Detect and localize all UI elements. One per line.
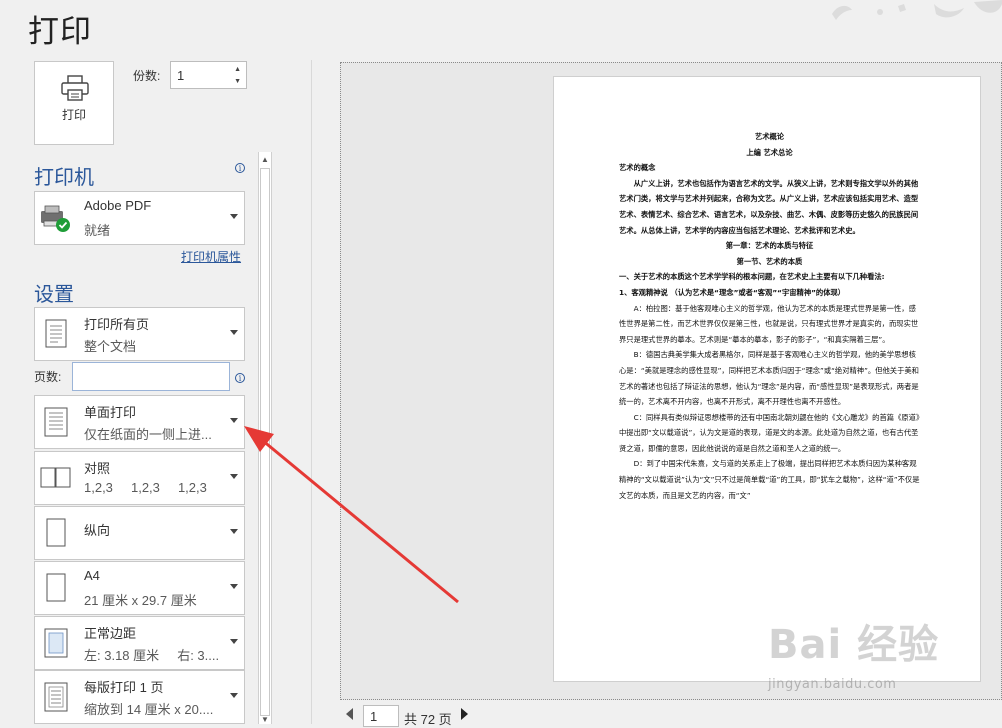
spin-down-icon[interactable]: ▼	[234, 78, 241, 85]
paper-size-icon	[46, 573, 66, 602]
collate-select[interactable]: 对照 1,2,3 1,2,3 1,2,3	[34, 451, 245, 505]
info-icon[interactable]: i	[235, 163, 245, 173]
chevron-down-icon	[230, 418, 238, 423]
paper-size-title: A4	[84, 568, 100, 583]
doc-line: 艺术的概念	[619, 163, 656, 173]
spin-up-icon[interactable]: ▲	[234, 66, 241, 73]
settings-section-title: 设置	[34, 284, 74, 306]
pages-per-sheet-title: 每版打印 1 页	[84, 680, 164, 695]
scroll-down-icon[interactable]: ▼	[261, 715, 269, 724]
print-button[interactable]: 打印	[34, 61, 114, 145]
pages-per-sheet-desc: 缩放到 14 厘米 x 20....	[84, 702, 214, 717]
margins-desc: 左: 3.18 厘米 右: 3....	[84, 648, 220, 663]
doc-line: 从广义上讲，艺术也包括作为语言艺术的文学。从狭义上讲，艺术则专指文学以外的其他艺…	[619, 178, 919, 235]
printer-ready-icon	[41, 205, 70, 232]
paper-size-select[interactable]: A4 21 厘米 x 29.7 厘米	[34, 561, 245, 615]
margins-icon	[44, 628, 68, 658]
scroll-up-icon[interactable]: ▲	[261, 155, 269, 164]
pages-per-sheet-icon	[44, 682, 68, 712]
doc-line: D：到了中国宋代朱熹，文与道的关系走上了极端，提出同样把艺术本质归因为某种客观精…	[619, 459, 920, 500]
copies-stepper[interactable]: 1 ▲ ▼	[170, 61, 247, 89]
doc-line: B：德国古典美学集大成者黑格尔，同样是基于客观唯心主义的哲学观，他的美学思想核心…	[619, 350, 919, 407]
one-sided-page-icon	[44, 407, 68, 437]
doc-line: 艺术概论	[754, 132, 785, 141]
decorative-flourish	[832, 0, 1002, 20]
divider	[311, 60, 312, 724]
doc-line: 第一节、艺术的本质	[736, 256, 803, 266]
print-range-title: 打印所有页	[84, 317, 150, 332]
paper-size-desc: 21 厘米 x 29.7 厘米	[84, 593, 197, 608]
doc-line: A：柏拉图：基于他客观唯心主义的哲学观，他认为艺术的本质是理式世界是第一性，感性…	[619, 303, 919, 344]
printer-properties-link[interactable]: 打印机属性	[181, 248, 241, 265]
collate-icon	[40, 467, 71, 488]
watermark-url: jingyan.baidu.com	[768, 677, 897, 692]
print-range-desc: 整个文档	[84, 339, 137, 354]
annotation-arrow	[244, 426, 459, 604]
portrait-icon	[46, 518, 66, 547]
document-text: 艺术概论 上编 艺术总论 艺术的概念 从广义上讲，艺术也包括作为语言艺术的文学。…	[619, 129, 920, 503]
printer-name: Adobe PDF	[84, 198, 152, 213]
page-title: 打印	[28, 14, 92, 49]
next-page-icon[interactable]	[461, 708, 468, 720]
margins-title: 正常边距	[84, 626, 137, 641]
pages-input[interactable]	[72, 362, 230, 391]
chevron-down-icon	[230, 474, 238, 479]
printer-status: 就绪	[84, 223, 111, 238]
doc-line: 上编 艺术总论	[746, 147, 793, 157]
print-button-label: 打印	[61, 108, 86, 122]
printer-icon	[61, 75, 89, 101]
doc-line: 一、关于艺术的本质这个艺术学学科的根本问题，在艺术史上主要有以下几种看法:	[619, 272, 885, 282]
copies-label: 份数:	[133, 69, 161, 83]
chevron-down-icon	[230, 214, 238, 219]
chevron-down-icon	[230, 639, 238, 644]
printer-select[interactable]: Adobe PDF 就绪	[34, 191, 245, 245]
chevron-down-icon	[230, 693, 238, 698]
doc-line: C：同样具有类似辩证思想楼带的还有中国南北朝刘勰在他的《文心雕龙》的首篇《原道》…	[619, 412, 920, 453]
pages-per-sheet-select[interactable]: 每版打印 1 页 缩放到 14 厘米 x 20....	[34, 670, 245, 724]
chevron-down-icon	[230, 330, 238, 335]
previous-page-icon[interactable]	[346, 708, 353, 720]
document-icon	[45, 319, 67, 348]
copies-value[interactable]: 1	[177, 68, 184, 83]
collate-title: 对照	[84, 461, 111, 476]
margins-select[interactable]: 正常边距 左: 3.18 厘米 右: 3....	[34, 616, 245, 670]
sides-desc: 仅在纸面的一侧上进...	[84, 427, 212, 442]
collate-desc: 1,2,3 1,2,3 1,2,3	[84, 480, 207, 495]
print-range-select[interactable]: 打印所有页 整个文档	[34, 307, 245, 361]
page-total: 共 72 页	[404, 712, 452, 727]
sides-title: 单面打印	[84, 405, 137, 420]
watermark-logo: Bai 经验	[768, 622, 940, 668]
printer-section-title: 打印机	[34, 167, 94, 189]
orientation-select[interactable]: 纵向	[34, 506, 245, 560]
chevron-down-icon	[230, 584, 238, 589]
doc-line: 第一章：艺术的本质与特征	[725, 241, 814, 251]
preview-page: 艺术概论 上编 艺术总论 艺术的概念 从广义上讲，艺术也包括作为语言艺术的文学。…	[553, 76, 981, 682]
info-icon[interactable]: i	[235, 373, 245, 383]
chevron-down-icon	[230, 529, 238, 534]
doc-line: 1、客观精神说 （认为艺术是“理念”或者“客观”“宇宙精神”的体现）	[619, 287, 846, 297]
sides-select[interactable]: 单面打印 仅在纸面的一侧上进...	[34, 395, 245, 449]
pages-label: 页数:	[34, 370, 62, 384]
orientation-title: 纵向	[84, 523, 111, 538]
